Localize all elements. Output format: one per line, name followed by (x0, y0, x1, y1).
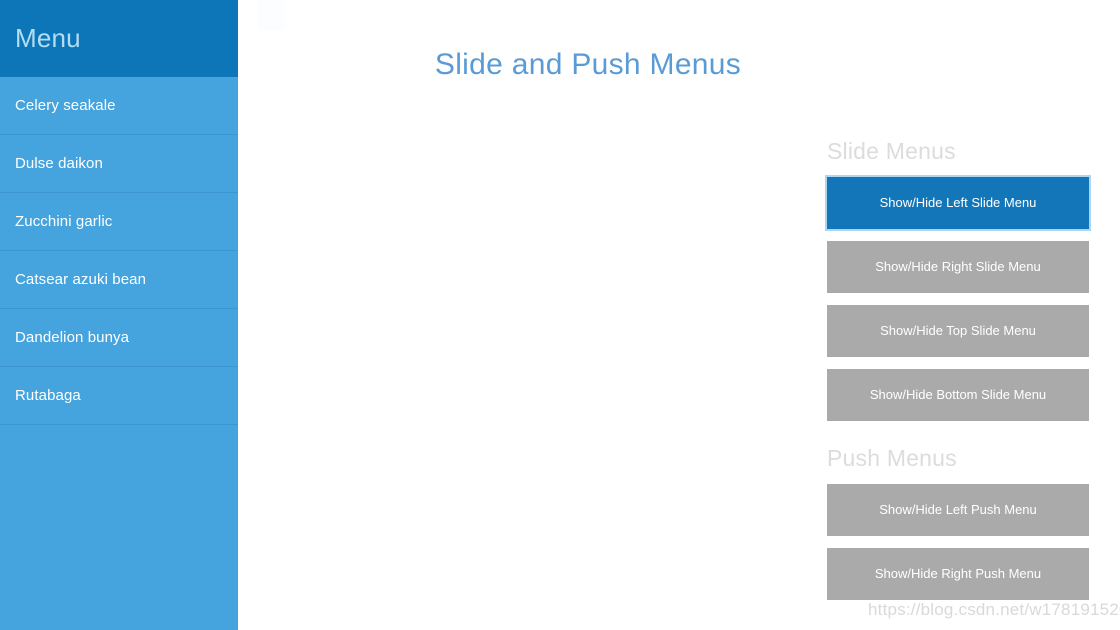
menu-item-dulse-daikon[interactable]: Dulse daikon (0, 135, 238, 193)
toggle-bottom-slide-menu-button[interactable]: Show/Hide Bottom Slide Menu (827, 369, 1089, 421)
menu-item-zucchini-garlic[interactable]: Zucchini garlic (0, 193, 238, 251)
render-artifact (258, 0, 284, 30)
page-title: Slide and Push Menus (434, 48, 742, 81)
menu-item-celery-seakale[interactable]: Celery seakale (0, 77, 238, 135)
left-menu-list: Celery seakale Dulse daikon Zucchini gar… (0, 77, 238, 425)
menu-controls-panel: Slide Menus Show/Hide Left Slide Menu Sh… (825, 138, 1091, 612)
toggle-right-push-menu-button[interactable]: Show/Hide Right Push Menu (827, 548, 1089, 600)
left-slide-menu: Menu Celery seakale Dulse daikon Zucchin… (0, 0, 238, 630)
toggle-top-slide-menu-button[interactable]: Show/Hide Top Slide Menu (827, 305, 1089, 357)
toggle-right-slide-menu-button[interactable]: Show/Hide Right Slide Menu (827, 241, 1089, 293)
menu-item-catsear-azuki-bean[interactable]: Catsear azuki bean (0, 251, 238, 309)
left-menu-title: Menu (15, 23, 81, 53)
slide-menus-heading: Slide Menus (827, 138, 956, 164)
menu-item-dandelion-bunya[interactable]: Dandelion bunya (0, 309, 238, 367)
left-menu-header: Menu (0, 0, 238, 77)
push-menus-heading: Push Menus (827, 445, 957, 471)
toggle-left-push-menu-button[interactable]: Show/Hide Left Push Menu (827, 484, 1089, 536)
toggle-left-slide-menu-button[interactable]: Show/Hide Left Slide Menu (825, 175, 1091, 231)
menu-item-rutabaga[interactable]: Rutabaga (0, 367, 238, 425)
